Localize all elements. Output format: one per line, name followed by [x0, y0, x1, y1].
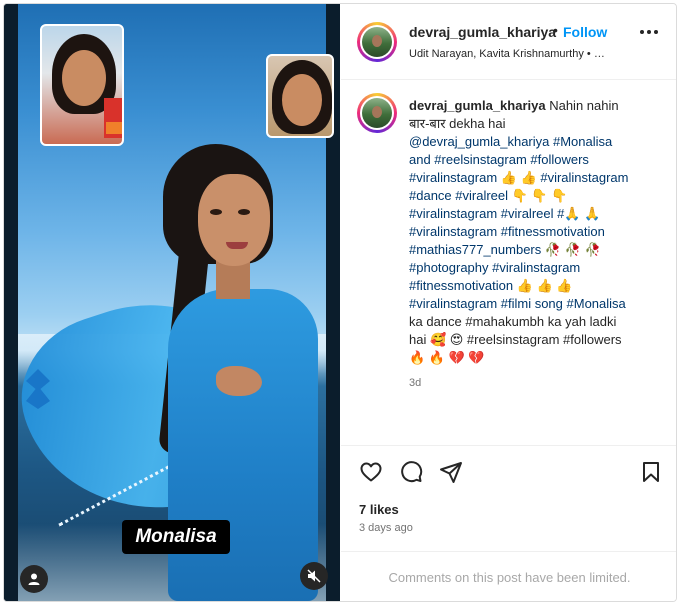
- likes-count[interactable]: 7 likes: [359, 502, 399, 517]
- caption-comment: devraj_gumla_khariya Nahin nahin बार-बार…: [341, 81, 676, 445]
- user-tag-button[interactable]: [20, 565, 48, 593]
- letterbox-left: [4, 4, 18, 601]
- avatar-image: [362, 27, 392, 57]
- caption-line[interactable]: #viralinstagram #viralreel #🙏 🙏: [409, 206, 600, 221]
- instagram-post-window: Monalisa devraj_gumla_khariya • Follow U…: [3, 3, 677, 602]
- author-avatar[interactable]: [357, 22, 397, 62]
- video-caption-chip: Monalisa: [122, 520, 230, 554]
- audio-track-link[interactable]: Udit Narayan, Kavita Krishnamurthy • …: [409, 48, 605, 60]
- video-caption-text: Monalisa: [135, 526, 217, 547]
- post-timestamp[interactable]: 3 days ago: [359, 522, 413, 534]
- pip-face: [62, 50, 106, 106]
- caption-line: hai 🥰 😍 #reelsinstagram #followers: [409, 332, 622, 347]
- comments-limited-notice: Comments on this post have been limited.: [341, 551, 676, 601]
- avatar-image: [362, 98, 392, 128]
- avatar-border: [360, 25, 394, 59]
- pip-face: [282, 74, 322, 126]
- comment-bubble-icon[interactable]: [397, 458, 425, 486]
- follow-button[interactable]: Follow: [563, 24, 607, 40]
- user-tag-icon: [28, 573, 40, 585]
- post-header: devraj_gumla_khariya • Follow Udit Naray…: [341, 4, 676, 80]
- outstretched-hand: [216, 366, 262, 396]
- post-details-panel: devraj_gumla_khariya • Follow Udit Naray…: [341, 4, 676, 601]
- muted-speaker-icon: [307, 569, 321, 583]
- author-username[interactable]: devraj_gumla_khariya: [409, 24, 556, 40]
- pip-face-top-right: [266, 54, 334, 138]
- header-separator: •: [553, 22, 558, 38]
- comment-age: 3d: [409, 377, 422, 389]
- caption-author-avatar[interactable]: [357, 93, 397, 133]
- bookmark-icon[interactable]: [637, 458, 665, 486]
- more-options-icon[interactable]: [640, 30, 658, 34]
- send-icon[interactable]: [437, 458, 465, 486]
- woman-eye-left: [210, 209, 222, 215]
- pip-news-badge-orange: [106, 122, 122, 134]
- caption-line[interactable]: #photography #viralinstagram: [409, 260, 580, 275]
- pip-face-top-left: [40, 24, 124, 146]
- caption-line[interactable]: and #reelsinstagram #followers: [409, 152, 589, 167]
- blue-saree: [168, 289, 318, 601]
- caption-text: devraj_gumla_khariya Nahin nahin बार-बार…: [409, 97, 661, 367]
- mute-button[interactable]: [300, 562, 328, 590]
- heart-icon[interactable]: [357, 458, 385, 486]
- caption-line: 🔥 🔥 💔 💔: [409, 350, 485, 365]
- caption-line: Nahin nahin: [549, 98, 619, 113]
- caption-line: बार-बार dekha hai: [409, 116, 506, 131]
- caption-username[interactable]: devraj_gumla_khariya: [409, 98, 546, 113]
- comments-limited-text: Comments on this post have been limited.: [388, 569, 631, 585]
- caption-line[interactable]: #dance #viralreel 👇 👇 👇: [409, 188, 567, 203]
- caption-line: ka dance #mahakumbh ka yah ladki: [409, 314, 617, 329]
- woman-smile: [226, 242, 248, 249]
- woman-eye-right: [238, 209, 250, 215]
- caption-line[interactable]: #viralinstagram #fitnessmotivation: [409, 224, 605, 239]
- reel-video[interactable]: Monalisa: [4, 4, 340, 601]
- avatar-border: [360, 96, 394, 130]
- caption-line[interactable]: #viralinstagram 👍 👍 #viralinstagram: [409, 170, 629, 185]
- caption-line[interactable]: #viralinstagram #filmi song #Monalisa: [409, 296, 626, 311]
- caption-line[interactable]: @devraj_gumla_khariya #Monalisa: [409, 134, 612, 149]
- caption-line[interactable]: #mathias777_numbers 🥀 🥀 🥀: [409, 242, 601, 257]
- post-actions: 7 likes 3 days ago Comments on this post…: [341, 445, 676, 601]
- caption-line[interactable]: #fitnessmotivation 👍 👍 👍: [409, 278, 572, 293]
- woman-face: [198, 174, 270, 266]
